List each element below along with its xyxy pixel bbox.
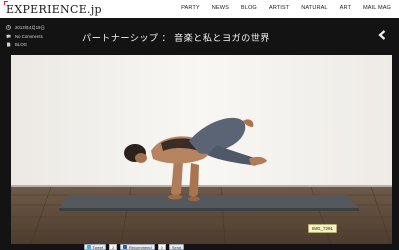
share-bar: Tweet 2 Recommend 0 Send (84, 244, 185, 250)
clock-icon (6, 25, 11, 30)
nav-item-artist[interactable]: ARTIST (269, 4, 289, 12)
post-title: パートナーシップ ： 音楽と私とヨガの世界 (82, 33, 270, 43)
post-category-text: BLOG (15, 42, 28, 47)
post-date-text: 2013年4月19日 (15, 24, 45, 30)
post-meta: 2013年4月19日 No Comments BLOG (6, 24, 76, 50)
nav-item-mail-mag[interactable]: MAIL MAG (363, 4, 391, 12)
post-category[interactable]: BLOG (6, 41, 76, 48)
yoga-photo-illustration (11, 55, 392, 244)
speech-bubble-icon (6, 34, 11, 38)
logo-text: EXPERIENCE.jp (6, 2, 102, 16)
nav-item-art[interactable]: ART (340, 4, 351, 12)
document-icon (7, 42, 11, 47)
tweet-count: 2 (109, 244, 118, 250)
nav-item-party[interactable]: PARTY (181, 4, 200, 12)
main-nav: PARTY NEWS BLOG ARTIST NATURAL ART MAIL … (169, 4, 391, 12)
recommend-count: 0 (157, 244, 166, 250)
recommend-button[interactable]: Recommend (120, 244, 155, 250)
logo-corner-mark (4, 1, 8, 5)
send-button-label: Send (171, 244, 182, 250)
send-button[interactable]: Send (168, 244, 185, 250)
facebook-icon (123, 245, 128, 249)
image-tag-label: IMG_7291 (308, 224, 338, 233)
nav-item-blog[interactable]: BLOG (241, 4, 257, 12)
site-logo[interactable]: EXPERIENCE.jp (4, 1, 102, 16)
site-header: EXPERIENCE.jp PARTY NEWS BLOG ARTIST NAT… (0, 0, 399, 18)
tweet-button-label: Tweet (92, 244, 104, 250)
chevron-left-icon[interactable] (378, 30, 386, 40)
nav-item-natural[interactable]: NATURAL (301, 4, 327, 12)
nav-item-news[interactable]: NEWS (212, 4, 229, 12)
twitter-bird-icon (87, 245, 91, 249)
post-comments[interactable]: No Comments (6, 33, 76, 40)
page: EXPERIENCE.jp PARTY NEWS BLOG ARTIST NAT… (0, 0, 399, 250)
post-date: 2013年4月19日 (6, 24, 76, 31)
tweet-button[interactable]: Tweet (84, 244, 107, 250)
recommend-button-label: Recommend (128, 244, 152, 250)
post-photo[interactable]: IMG_7291 (11, 55, 392, 244)
post-comments-text: No Comments (15, 33, 43, 39)
